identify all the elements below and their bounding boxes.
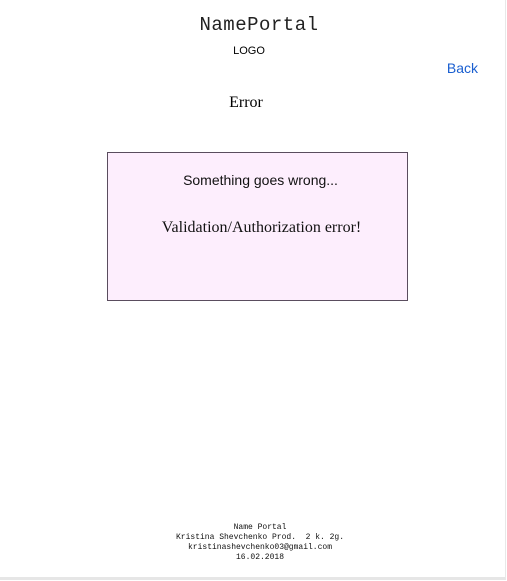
error-detail: Validation/Authorization error! [161, 219, 362, 236]
footer-credit: Kristina Shevchenko Prod. 2 k. 2g. [175, 533, 345, 542]
error-message: Something goes wrong... [183, 172, 338, 188]
footer-date: 16.02.2018 [235, 553, 284, 562]
page-title: Error [229, 94, 263, 111]
site-title: NamePortal [199, 14, 319, 36]
back-link[interactable]: Back [447, 60, 478, 76]
footer-site-name: Name Portal [233, 523, 287, 532]
error-box: Something goes wrong... Validation/Autho… [107, 152, 408, 301]
footer-email: kristinashevchenko03@gmail.com [187, 543, 333, 552]
logo: LOGO [233, 45, 265, 57]
page-footer: Name Portal Kristina Shevchenko Prod. 2 … [0, 523, 507, 563]
